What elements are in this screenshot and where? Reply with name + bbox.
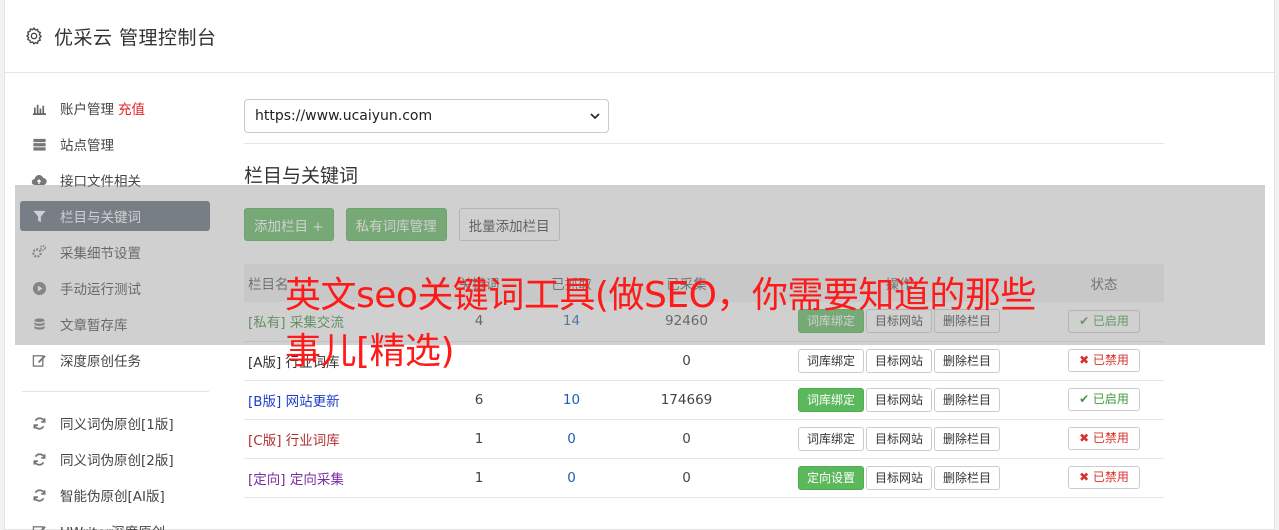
sidebar-item-label: 同义词伪原创[2版] [60, 453, 174, 469]
cell-status: ✖ 已禁用 [1044, 341, 1164, 380]
table-row: [定向] 定向采集 1 0 0 定向设置 目标网站 删除栏目 ✖ 已禁用 [244, 458, 1164, 497]
cell-name: [定向] 定向采集 [244, 458, 434, 497]
sidebar-item-label: 站点管理 [60, 138, 114, 154]
column-name-link[interactable]: [C版] 行业词库 [248, 433, 340, 449]
recharge-link[interactable]: 充值 [118, 98, 145, 118]
delete-column-button[interactable]: 删除栏目 [934, 465, 1001, 490]
status-toggle[interactable]: ✖ 已禁用 [1068, 466, 1140, 489]
cell-name: [C版] 行业词库 [244, 419, 434, 458]
cell-fetched[interactable]: 0 [524, 419, 619, 458]
column-name-link[interactable]: [B版] 网站更新 [248, 394, 340, 410]
refresh-icon [31, 487, 47, 503]
section-title: 栏目与关键词 [244, 165, 359, 187]
cell-keywords: 1 [474, 430, 484, 447]
column-name-link[interactable]: [定向] 定向采集 [248, 472, 344, 488]
target-site-button[interactable]: 目标网站 [865, 465, 932, 490]
chevron-down-icon [590, 113, 600, 120]
cell-name: [B版] 网站更新 [244, 380, 434, 419]
sidebar-item-b-3[interactable]: UWriter深度原创 [20, 516, 210, 530]
sidebar-divider [22, 391, 209, 392]
edit-icon [31, 352, 47, 368]
table-row: [B版] 网站更新 6 10 174669 词库绑定 目标网站 删除栏目 ✔ 已启用 [244, 380, 1164, 419]
refresh-icon [31, 415, 47, 431]
bind-lib-button[interactable]: 词库绑定 [797, 387, 864, 412]
cell-fetched[interactable]: 10 [524, 380, 619, 419]
divider [244, 143, 1164, 144]
cell-keywords: 1 [474, 469, 484, 486]
cell-fetched[interactable]: 0 [524, 458, 619, 497]
sidebar-item-b-1[interactable]: 同义词伪原创[2版] [20, 444, 210, 474]
sidebar-item-a-1[interactable]: 站点管理 [20, 129, 210, 159]
delete-column-button[interactable]: 删除栏目 [934, 426, 1001, 451]
status-toggle[interactable]: ✖ 已禁用 [1068, 427, 1140, 450]
bar-chart-icon [31, 100, 47, 116]
cell-status: ✖ 已禁用 [1044, 419, 1164, 458]
bind-lib-button[interactable]: 定向设置 [797, 465, 864, 490]
target-site-button[interactable]: 目标网站 [865, 426, 932, 451]
app-header: 优采云 管理控制台 [5, 0, 1274, 73]
status-toggle[interactable]: ✔ 已启用 [1068, 388, 1140, 411]
cell-actions: 词库绑定 目标网站 删除栏目 [754, 419, 1044, 458]
cell-actions: 定向设置 目标网站 删除栏目 [754, 458, 1044, 497]
refresh-icon [31, 451, 47, 467]
cell-collected: 0 [682, 430, 691, 447]
bind-lib-button[interactable]: 词库绑定 [797, 426, 864, 451]
cell-actions: 词库绑定 目标网站 删除栏目 [754, 380, 1044, 419]
status-toggle[interactable]: ✖ 已禁用 [1068, 349, 1140, 372]
cell-collected: 0 [682, 469, 691, 486]
cell-status: ✔ 已启用 [1044, 380, 1164, 419]
sidebar-item-b-2[interactable]: 智能伪原创[AI版] [20, 480, 210, 510]
site-select-value: https://www.ucaiyun.com [255, 108, 433, 124]
sidebar-item-a-7[interactable]: 深度原创任务 [20, 345, 210, 375]
sidebar-item-b-0[interactable]: 同义词伪原创[1版] [20, 408, 210, 438]
table-row: [C版] 行业词库 1 0 0 词库绑定 目标网站 删除栏目 ✖ 已禁用 [244, 419, 1164, 458]
sidebar-item-label: 深度原创任务 [60, 354, 141, 370]
sidebar-item-label: 同义词伪原创[1版] [60, 417, 174, 433]
page-title: 优采云 管理控制台 [54, 26, 217, 49]
site-select[interactable]: https://www.ucaiyun.com [244, 99, 609, 133]
cell-collected: 174669 [660, 391, 713, 408]
sidebar-item-label: 智能伪原创[AI版] [60, 489, 165, 505]
gear-icon [26, 26, 42, 45]
cell-keywords: 6 [474, 391, 484, 408]
target-site-button[interactable]: 目标网站 [865, 387, 932, 412]
cell-status: ✖ 已禁用 [1044, 458, 1164, 497]
server-icon [31, 136, 47, 152]
sidebar-item-label: 账户管理 [60, 102, 114, 118]
edit-icon [31, 523, 47, 530]
sidebar-item-a-0[interactable]: 账户管理 充值 [20, 93, 210, 123]
sidebar-item-label: UWriter深度原创 [60, 521, 165, 530]
delete-column-button[interactable]: 删除栏目 [934, 387, 1001, 412]
overlay-headline: 英文seo关键词工具(做SEO，你需要知道的那些事儿[精选) [285, 275, 1036, 372]
